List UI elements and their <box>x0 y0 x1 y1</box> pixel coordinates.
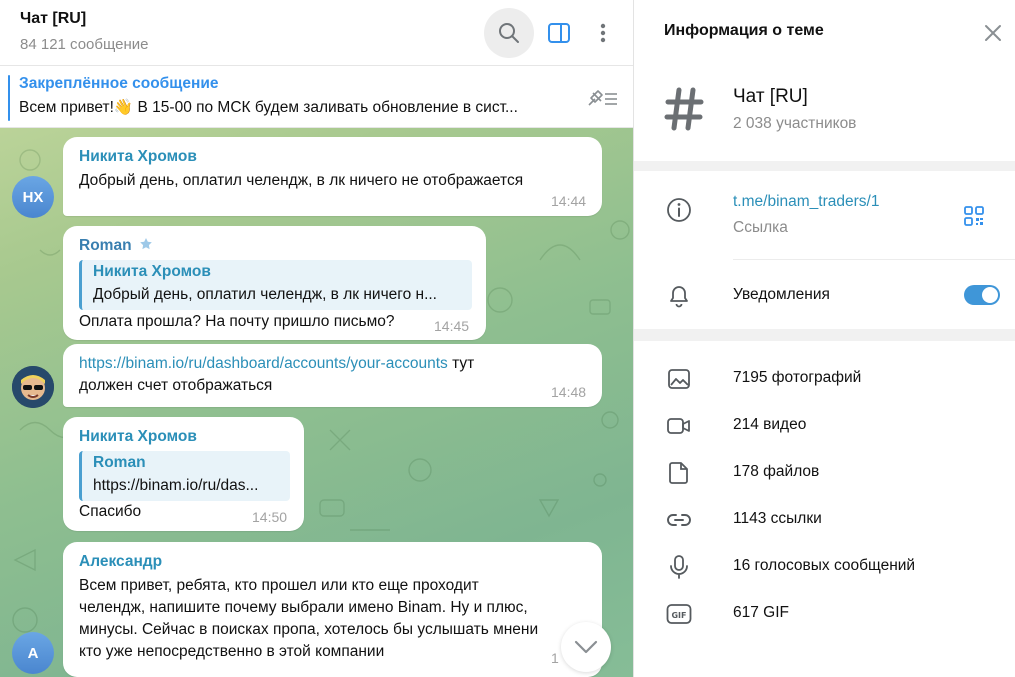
message-bubble[interactable]: https://binam.io/ru/dashboard/accounts/y… <box>63 344 602 407</box>
message-text: Спасибо <box>79 503 142 520</box>
pinned-indicator <box>8 75 10 121</box>
divider <box>733 259 1015 260</box>
message-bubble[interactable]: Никита Хромов Roman https://binam.io/ru/… <box>63 417 304 531</box>
pinned-message[interactable]: Закреплённое сообщение Всем привет!👋 В 1… <box>0 66 633 128</box>
avatar[interactable] <box>12 366 54 408</box>
topic-hash-icon <box>664 87 704 131</box>
search-button[interactable] <box>484 8 534 58</box>
message-text-line2: должен счет отображаться <box>79 377 273 394</box>
star-icon <box>140 238 152 250</box>
message-line: минусы. Сейчас в поисках пропа, хотелось… <box>79 621 539 638</box>
reply-sender: Roman <box>93 454 146 471</box>
pin-list-icon <box>588 90 617 106</box>
message-text: Всем привет, ребята, кто прошел или кто … <box>79 575 579 663</box>
message-time: 1 <box>551 650 559 666</box>
chat-panel: Чат [RU] 84 121 сообщение Закреплённое с… <box>0 0 633 677</box>
qr-code-icon <box>964 206 984 226</box>
pinned-list-button[interactable] <box>582 83 622 113</box>
reply-preview[interactable]: Roman https://binam.io/ru/das... <box>79 451 290 501</box>
chevron-down-icon <box>574 640 598 654</box>
media-label: 16 голосовых сообщений <box>733 557 916 574</box>
more-button[interactable] <box>578 8 628 58</box>
shared-media-list: 7195 фотографий 214 видео 178 файлов 114… <box>634 341 1015 677</box>
message-time: 14:50 <box>252 509 288 525</box>
chat-title[interactable]: Чат [RU] <box>20 10 86 28</box>
message-bubble[interactable]: Roman Никита Хромов Добрый день, оплатил… <box>63 226 486 340</box>
microphone-icon <box>666 554 692 580</box>
video-icon <box>666 413 692 439</box>
topic-link-caption: Ссылка <box>733 219 788 236</box>
message-bubble[interactable]: Никита Хромов Добрый день, оплатил челен… <box>63 137 602 216</box>
message-line: Всем привет, ребята, кто прошел или кто … <box>79 577 479 594</box>
message-text: https://binam.io/ru/dashboard/accounts/y… <box>79 353 579 397</box>
gif-icon: GIF <box>666 601 692 627</box>
more-vertical-icon <box>600 23 606 43</box>
reply-text: https://binam.io/ru/das... <box>93 477 259 494</box>
file-icon <box>666 460 692 486</box>
pinned-text: Всем привет!👋 В 15-00 по МСК будем залив… <box>19 99 518 116</box>
toggle-side-panel-button[interactable] <box>534 8 584 58</box>
message-line: челендж, напишите почему выбрали имено B… <box>79 599 528 616</box>
svg-text:GIF: GIF <box>671 611 686 620</box>
info-details: t.me/binam_traders/1 Ссылка Уведомления <box>634 171 1015 329</box>
message-sender[interactable]: Никита Хромов <box>79 428 197 446</box>
chat-header: Чат [RU] 84 121 сообщение <box>0 0 633 66</box>
notifications-toggle[interactable] <box>964 285 1000 305</box>
reply-text: Добрый день, оплатил челендж, в лк ничег… <box>93 286 437 303</box>
notifications-label: Уведомления <box>733 286 830 303</box>
media-label: 617 GIF <box>733 604 789 621</box>
qr-code-button[interactable] <box>960 202 988 230</box>
message-text: Добрый день, оплатил челендж, в лк ничег… <box>79 172 524 189</box>
topic-members[interactable]: 2 038 участников <box>733 115 856 133</box>
message-line: кто уже непосредственно в этой компании <box>79 643 385 660</box>
photo-icon <box>666 366 692 392</box>
media-label: 214 видео <box>733 416 807 433</box>
message-time: 14:48 <box>551 384 587 400</box>
media-label: 7195 фотографий <box>733 369 862 386</box>
avatar[interactable]: А <box>12 632 54 674</box>
info-header: Информация о теме Чат [RU] 2 038 участни… <box>634 0 1015 161</box>
message-text: Оплата прошла? На почту пришло письмо? <box>79 313 395 330</box>
pinned-title: Закреплённое сообщение <box>19 75 219 92</box>
message-bubble[interactable]: Александр Всем привет, ребята, кто проше… <box>63 542 602 677</box>
bell-icon <box>666 282 692 308</box>
message-count: 84 121 сообщение <box>20 36 149 53</box>
message-time: 14:44 <box>551 193 587 209</box>
toggle-knob <box>982 287 998 303</box>
message-sender[interactable]: Никита Хромов <box>79 148 197 166</box>
message-time: 14:45 <box>434 318 470 334</box>
user-photo-icon <box>12 366 54 408</box>
message-sender[interactable]: Roman <box>79 237 153 255</box>
side-panel-icon <box>548 23 570 43</box>
close-button[interactable] <box>978 18 1008 48</box>
topic-link[interactable]: t.me/binam_traders/1 <box>733 193 879 211</box>
sender-name: Roman <box>79 237 132 254</box>
search-icon <box>499 23 519 43</box>
message-text-after-link: тут <box>447 355 475 372</box>
link-icon <box>666 507 692 533</box>
topic-info-panel: Информация о теме Чат [RU] 2 038 участни… <box>633 0 1015 677</box>
reply-sender: Никита Хромов <box>93 263 211 280</box>
close-icon <box>985 25 1001 41</box>
info-panel-title: Информация о теме <box>664 22 824 39</box>
reply-preview[interactable]: Никита Хромов Добрый день, оплатил челен… <box>79 260 472 310</box>
avatar[interactable]: НХ <box>12 176 54 218</box>
topic-name: Чат [RU] <box>733 86 808 107</box>
info-icon <box>666 197 692 223</box>
media-label: 178 файлов <box>733 463 820 480</box>
message-link[interactable]: https://binam.io/ru/dashboard/accounts/y… <box>79 355 448 372</box>
message-sender[interactable]: Александр <box>79 553 162 571</box>
media-label: 1143 ссылки <box>733 510 822 527</box>
scroll-to-bottom-button[interactable] <box>561 622 611 672</box>
